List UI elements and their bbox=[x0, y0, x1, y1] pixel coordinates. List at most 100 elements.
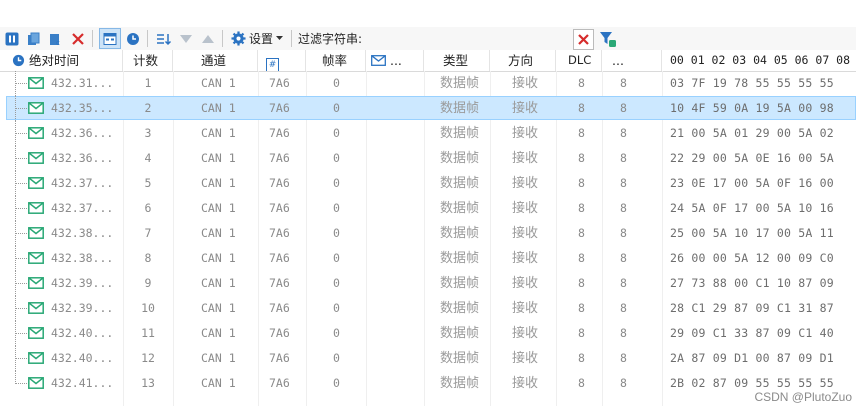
pause-button[interactable] bbox=[2, 29, 22, 49]
envelope-icon bbox=[371, 55, 386, 66]
cell-count: 1 bbox=[144, 76, 152, 90]
cell-length: 8 bbox=[620, 251, 627, 265]
column-header-rate[interactable]: 帧率 bbox=[306, 50, 366, 71]
tree-branch bbox=[15, 283, 27, 284]
table-row[interactable]: 432.40... 12 CAN 1 7A6 0 数据帧 接收 8 8 2A 87 09 D1 0… bbox=[0, 346, 856, 371]
table-row[interactable]: 432.40... 11 CAN 1 7A6 0 数据帧 接收 8 8 29 09 C1 33 8… bbox=[0, 321, 856, 346]
cell-id: 7A6 bbox=[269, 301, 290, 315]
column-header-id[interactable]: # bbox=[258, 50, 306, 71]
table-row[interactable]: 432.41... 13 CAN 1 7A6 0 数据帧 接收 8 8 2B 02 87 09 5… bbox=[0, 371, 856, 396]
tree-branch bbox=[15, 183, 27, 184]
column-header-time[interactable]: 绝对时间 bbox=[0, 50, 123, 71]
cell-data: 03 7F 19 78 55 55 55 55 bbox=[670, 76, 834, 90]
filter-label: 过滤字符串: bbox=[298, 32, 363, 46]
table-row[interactable]: 432.37... 6 CAN 1 7A6 0 数据帧 接收 8 8 24 5A 0F 17 00… bbox=[0, 196, 856, 221]
copy-button[interactable] bbox=[24, 29, 44, 49]
table-header: 绝对时间 计数 通道 # 帧率 ... 类型 方向 DLC ... 00 01 … bbox=[0, 50, 856, 72]
cell-type: 数据帧 bbox=[440, 301, 480, 316]
column-header-bytes[interactable]: 00 01 02 03 04 05 06 07 08 bbox=[662, 50, 856, 71]
copy-text-icon: c bbox=[50, 33, 60, 46]
cell-data: 2A 87 09 D1 00 87 09 D1 bbox=[670, 351, 834, 365]
pause-icon bbox=[5, 32, 19, 45]
envelope-icon bbox=[28, 252, 44, 264]
cell-count: 12 bbox=[141, 351, 155, 365]
cell-direction: 接收 bbox=[512, 126, 539, 141]
cell-length: 8 bbox=[620, 101, 627, 115]
cell-type: 数据帧 bbox=[440, 151, 480, 166]
cell-length: 8 bbox=[620, 201, 627, 215]
cell-dlc: 8 bbox=[578, 251, 585, 265]
sort-icon bbox=[157, 33, 172, 45]
tree-branch bbox=[15, 108, 27, 109]
cell-length: 8 bbox=[620, 301, 627, 315]
column-header-more[interactable]: ... bbox=[602, 50, 662, 71]
table-row[interactable]: 432.31... 1 CAN 1 7A6 0 数据帧 接收 8 8 03 7F 19 78 55… bbox=[0, 71, 856, 96]
cell-length: 8 bbox=[620, 76, 627, 90]
toolbar-separator bbox=[222, 30, 223, 47]
sort-button[interactable] bbox=[154, 29, 174, 49]
cell-dlc: 8 bbox=[578, 101, 585, 115]
cell-type: 数据帧 bbox=[440, 201, 480, 216]
column-header-channel-label: 通道 bbox=[201, 53, 227, 68]
envelope-icon bbox=[28, 152, 44, 164]
table-row[interactable]: 432.38... 7 CAN 1 7A6 0 数据帧 接收 8 8 25 00 5A 10 17… bbox=[0, 221, 856, 246]
column-header-dlc[interactable]: DLC bbox=[556, 50, 602, 71]
cell-data: 27 73 88 00 C1 10 87 09 bbox=[670, 276, 834, 290]
table-row[interactable]: 432.36... 4 CAN 1 7A6 0 数据帧 接收 8 8 22 29 00 5A 0E… bbox=[0, 146, 856, 171]
column-header-message[interactable]: ... bbox=[366, 50, 424, 71]
cell-rate: 0 bbox=[333, 301, 340, 315]
cell-dlc: 8 bbox=[578, 276, 585, 290]
cell-dlc: 8 bbox=[578, 126, 585, 140]
cell-dlc: 8 bbox=[578, 76, 585, 90]
cell-type: 数据帧 bbox=[440, 226, 480, 241]
table-row[interactable]: 432.37... 5 CAN 1 7A6 0 数据帧 接收 8 8 23 0E 17 00 5A… bbox=[0, 171, 856, 196]
cell-dlc: 8 bbox=[578, 351, 585, 365]
cell-data: 26 00 00 5A 12 00 09 C0 bbox=[670, 251, 834, 265]
column-header-time-label: 绝对时间 bbox=[28, 53, 79, 68]
triangle-up-icon bbox=[202, 34, 214, 43]
apply-filter-button[interactable] bbox=[598, 29, 618, 49]
cell-count: 13 bbox=[141, 376, 155, 390]
settings-dropdown[interactable]: 设置 bbox=[227, 30, 287, 47]
move-down-button[interactable] bbox=[176, 29, 196, 49]
column-header-direction-label: 方向 bbox=[508, 53, 534, 68]
table-row[interactable]: 432.36... 3 CAN 1 7A6 0 数据帧 接收 8 8 21 00 5A 01 29… bbox=[0, 121, 856, 146]
cell-time: 432.40... bbox=[51, 351, 114, 365]
time-button[interactable] bbox=[123, 29, 143, 49]
envelope-icon bbox=[28, 277, 44, 289]
column-header-direction[interactable]: 方向 bbox=[490, 50, 556, 71]
table-row[interactable]: 432.39... 10 CAN 1 7A6 0 数据帧 接收 8 8 28 C1 29 87 0… bbox=[0, 296, 856, 321]
tree-branch bbox=[15, 358, 27, 359]
filter-icon bbox=[600, 32, 616, 47]
filter-input[interactable] bbox=[372, 29, 571, 49]
column-header-type[interactable]: 类型 bbox=[424, 50, 490, 71]
delete-button[interactable] bbox=[68, 29, 88, 49]
cell-channel: CAN 1 bbox=[201, 126, 236, 140]
cell-id: 7A6 bbox=[269, 376, 290, 390]
tree-branch bbox=[15, 158, 27, 159]
cell-dlc: 8 bbox=[578, 176, 585, 190]
column-header-count[interactable]: 计数 bbox=[123, 50, 173, 71]
cell-channel: CAN 1 bbox=[201, 301, 236, 315]
table-row[interactable]: 432.39... 9 CAN 1 7A6 0 数据帧 接收 8 8 27 73 88 00 C1… bbox=[0, 271, 856, 296]
cell-dlc: 8 bbox=[578, 376, 585, 390]
clear-filter-button[interactable] bbox=[573, 29, 594, 50]
table-row[interactable]: 432.38... 8 CAN 1 7A6 0 数据帧 接收 8 8 26 00 00 5A 12… bbox=[0, 246, 856, 271]
cell-data: 21 00 5A 01 29 00 5A 02 bbox=[670, 126, 834, 140]
tree-branch bbox=[15, 133, 27, 134]
svg-text:c: c bbox=[56, 39, 60, 46]
cell-direction: 接收 bbox=[512, 201, 539, 216]
column-header-channel[interactable]: 通道 bbox=[173, 50, 258, 71]
table-view-button[interactable] bbox=[99, 28, 121, 49]
table-row[interactable]: 432.35... 2 CAN 1 7A6 0 数据帧 接收 8 8 10 4F 59 0A 19… bbox=[0, 96, 856, 121]
cell-data: 29 09 C1 33 87 09 C1 40 bbox=[670, 326, 834, 340]
cell-channel: CAN 1 bbox=[201, 376, 236, 390]
move-up-button[interactable] bbox=[198, 29, 218, 49]
cell-direction: 接收 bbox=[512, 376, 539, 391]
cell-rate: 0 bbox=[333, 126, 340, 140]
cell-length: 8 bbox=[620, 176, 627, 190]
cell-type: 数据帧 bbox=[440, 251, 480, 266]
cell-id: 7A6 bbox=[269, 251, 290, 265]
copy-clear-button[interactable]: c bbox=[46, 29, 66, 49]
cell-id: 7A6 bbox=[269, 276, 290, 290]
